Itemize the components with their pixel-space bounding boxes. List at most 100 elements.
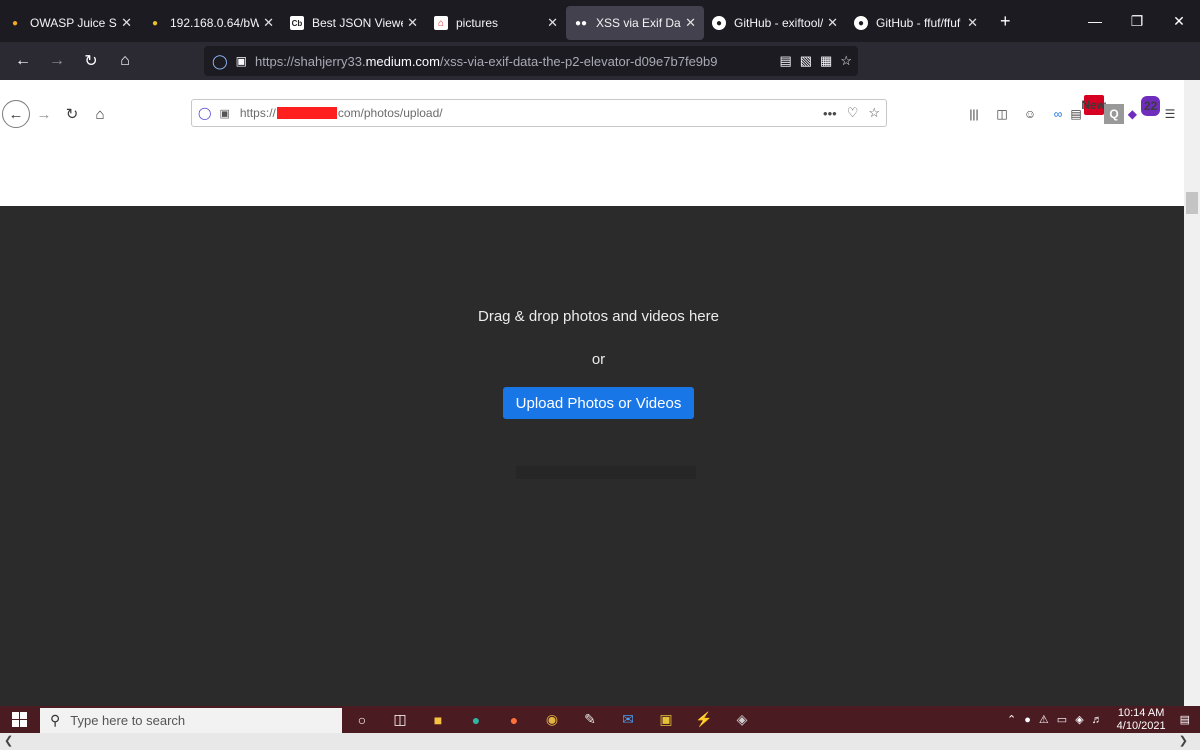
close-tab-icon[interactable]: ✕ — [407, 15, 418, 31]
q-extension-icon[interactable]: Q — [1104, 104, 1124, 124]
cortana-icon[interactable]: ○ — [350, 708, 374, 732]
inner-page: ← → ↻ ⌂ ◯ ▣ https://com/photos/upload/ •… — [0, 80, 1184, 706]
inner-browser-chrome: ← → ↻ ⌂ ◯ ▣ https://com/photos/upload/ •… — [0, 80, 1184, 206]
vertical-scrollbar[interactable] — [1184, 80, 1200, 706]
tab-json-viewer[interactable]: Cb Best JSON Viewer ✕ — [282, 6, 426, 40]
wifi-icon[interactable]: ◈ — [1075, 713, 1083, 726]
lock-icon[interactable]: ▣ — [236, 54, 247, 68]
close-tab-icon[interactable]: ✕ — [263, 15, 274, 31]
purple-extension-icon[interactable]: ◆ 22 — [1128, 96, 1161, 124]
close-tab-icon[interactable]: ✕ — [547, 15, 558, 31]
windows-taskbar: ⚲ Type here to search ○ ◫ ■ ● ● ◉ ✎ ✉ ▣ … — [0, 706, 1200, 733]
more-actions-icon[interactable]: ••• — [823, 106, 837, 121]
tab-label: XSS via Exif Data — [596, 16, 681, 30]
tab-github-exiftool[interactable]: ● GitHub - exiftool/ ✕ — [704, 6, 846, 40]
redaction-box — [276, 107, 337, 119]
outer-nav-toolbar: ← → ↻ ⌂ ◯ ▣ https://shahjerry33.medium.c… — [0, 42, 1200, 111]
taskbar-clock[interactable]: 10:14 AM 4/10/2021 — [1117, 707, 1166, 733]
dropzone-or-text: or — [591, 351, 606, 368]
windows-logo-icon — [11, 712, 27, 727]
back-arrow-icon[interactable]: ← — [6, 46, 40, 76]
burp-icon[interactable]: ⚡ — [692, 708, 716, 732]
codebeautify-icon: Cb — [290, 16, 304, 30]
inner-shield-icon[interactable]: ◯ — [198, 106, 211, 120]
reload-icon[interactable]: ↻ — [74, 46, 108, 76]
horizontal-scrollbar[interactable]: ❮ ❯ — [0, 733, 1200, 750]
tab-xss-via-exif[interactable]: ●● XSS via Exif Data ✕ — [566, 6, 704, 40]
upload-photos-button[interactable]: Upload Photos or Videos — [503, 387, 694, 419]
close-tab-icon[interactable]: ✕ — [827, 15, 838, 31]
notifications-icon[interactable]: ▤ — [1180, 713, 1190, 726]
meet-now-icon[interactable]: ● — [1024, 714, 1031, 726]
translate-icon[interactable]: ▧ — [800, 53, 812, 69]
forward-arrow-icon[interactable]: → — [40, 46, 74, 76]
juice-shop-icon: ● — [11, 17, 19, 29]
close-tab-icon[interactable]: ✕ — [967, 15, 978, 31]
vertical-scroll-thumb[interactable] — [1186, 192, 1198, 214]
bee-icon: ● — [151, 17, 159, 29]
upload-dropzone[interactable]: Drag & drop photos and videos here or Up… — [0, 206, 1184, 706]
show-hidden-icons-icon[interactable]: ⌃ — [1007, 713, 1016, 726]
tab-github-ffuf[interactable]: ● GitHub - ffuf/ffuf ✕ — [846, 6, 986, 40]
dropzone-title: Drag & drop photos and videos here — [478, 308, 719, 325]
paint3d-icon[interactable]: ◈ — [730, 708, 754, 732]
shield-icon[interactable]: ◯ — [212, 53, 228, 70]
inner-nav-toolbar: ← → ↻ ⌂ ◯ ▣ https://com/photos/upload/ •… — [0, 95, 1184, 132]
volume-icon[interactable]: ♬ — [1092, 714, 1103, 726]
scroll-right-arrow-icon[interactable]: ❯ — [1179, 734, 1188, 747]
close-window-icon[interactable]: ✕ — [1158, 0, 1200, 42]
mail-icon[interactable]: ✉ — [616, 708, 640, 732]
outer-url-text: https://shahjerry33.medium.com/xss-via-e… — [255, 53, 718, 69]
news-extension-icon[interactable]: ▤ New — [1070, 95, 1106, 124]
upload-progress-track — [516, 466, 696, 479]
window-controls: — ❐ ✕ — [1074, 0, 1200, 42]
close-tab-icon[interactable]: ✕ — [121, 15, 132, 31]
new-tab-button[interactable]: + — [990, 11, 1021, 32]
clock-date: 4/10/2021 — [1116, 719, 1166, 732]
inner-forward-icon[interactable]: → — [30, 100, 58, 128]
file-explorer-icon[interactable]: ■ — [426, 708, 450, 732]
outer-url-bar[interactable]: ◯ ▣ https://shahjerry33.medium.com/xss-v… — [204, 46, 858, 76]
search-icon: ⚲ — [50, 712, 61, 728]
network-warning-icon[interactable]: ⚠ — [1039, 713, 1049, 726]
taskbar-apps: ○ ◫ ■ ● ● ◉ ✎ ✉ ▣ ⚡ ◈ — [350, 706, 754, 733]
tab-pictures[interactable]: ⌂ pictures ✕ — [426, 6, 566, 40]
inner-reload-icon[interactable]: ↻ — [58, 100, 86, 128]
bookmark-star-icon[interactable]: ☆ — [840, 53, 852, 69]
app-yellow-icon[interactable]: ▣ — [654, 708, 678, 732]
inner-library-icon[interactable]: ||| — [964, 104, 984, 124]
account-icon[interactable]: ☺ — [1020, 104, 1040, 124]
tab-label: Best JSON Viewer — [312, 16, 404, 30]
inner-menu-icon[interactable]: ☰ — [1160, 104, 1180, 124]
tab-label: OWASP Juice Sho — [30, 16, 117, 30]
task-view-icon[interactable]: ◫ — [388, 708, 412, 732]
paint-icon[interactable]: ✎ — [578, 708, 602, 732]
firefox-icon[interactable]: ● — [502, 708, 526, 732]
battery-icon[interactable]: ▭ — [1057, 713, 1067, 726]
scroll-left-arrow-icon[interactable]: ❮ — [4, 734, 13, 747]
tab-label: GitHub - exiftool/ — [734, 16, 824, 30]
close-tab-icon[interactable]: ✕ — [685, 15, 696, 31]
taskbar-search-box[interactable]: ⚲ Type here to search — [40, 708, 342, 733]
chrome-icon[interactable]: ◉ — [540, 708, 564, 732]
tab-owasp-juice-shop[interactable]: ● OWASP Juice Sho ✕ — [0, 6, 140, 40]
restore-icon[interactable]: ❐ — [1116, 0, 1158, 42]
tab-bwapp[interactable]: ● 192.168.0.64/bWA ✕ — [140, 6, 282, 40]
sidebar-icon[interactable]: ◫ — [992, 104, 1012, 124]
clock-time: 10:14 AM — [1117, 706, 1165, 719]
inner-lock-icon[interactable]: ▣ — [219, 107, 229, 120]
inner-back-icon[interactable]: ← — [2, 100, 30, 128]
infinity-extension-icon[interactable]: ∞ — [1048, 104, 1068, 124]
github-icon: ● — [854, 16, 868, 30]
inner-pocket-icon[interactable]: ♡ — [847, 105, 859, 121]
start-button[interactable] — [0, 706, 38, 733]
search-placeholder: Type here to search — [70, 713, 186, 728]
inner-url-bar[interactable]: ◯ ▣ https://com/photos/upload/ ••• ♡ ☆ — [191, 99, 887, 127]
inner-home-icon[interactable]: ⌂ — [86, 100, 114, 128]
reader-view-icon[interactable]: ▤ — [779, 53, 791, 69]
extension-grid-icon[interactable]: ▦ — [820, 53, 832, 69]
inner-bookmark-star-icon[interactable]: ☆ — [868, 105, 880, 121]
minimize-icon[interactable]: — — [1074, 0, 1116, 42]
home-icon[interactable]: ⌂ — [108, 46, 142, 76]
edge-icon[interactable]: ● — [464, 708, 488, 732]
